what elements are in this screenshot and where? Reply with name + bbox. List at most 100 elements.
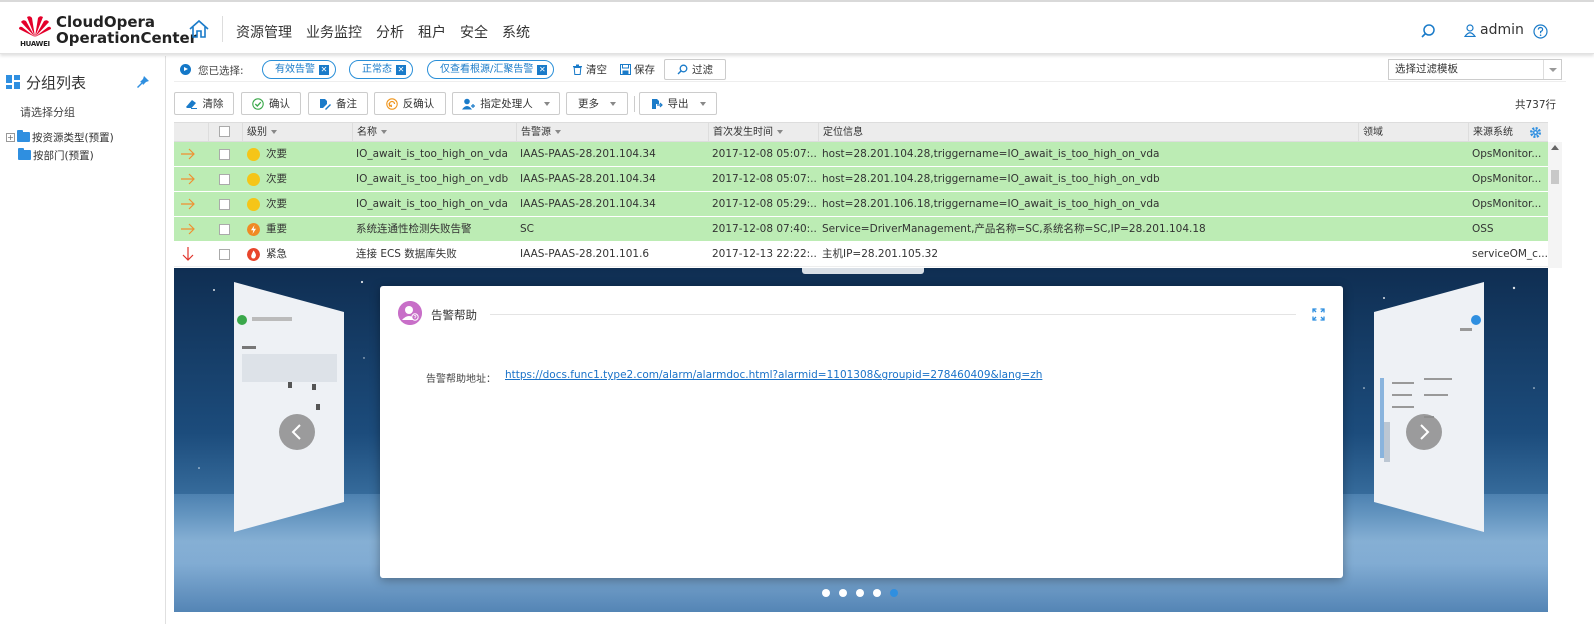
save-filter-button[interactable]: 保存 (620, 62, 655, 77)
row-checkbox[interactable] (219, 149, 230, 160)
chip-normal-state[interactable]: 正常态 ✕ (349, 60, 413, 79)
chip-label: 正常态 (362, 64, 392, 75)
close-icon[interactable]: ✕ (537, 64, 548, 75)
left-preview-card[interactable] (234, 282, 344, 532)
header-location[interactable]: 定位信息 (818, 123, 1358, 142)
sort-icon[interactable] (555, 130, 561, 134)
header-level[interactable]: 级别 (242, 123, 352, 142)
product-name-line1: CloudOpera (56, 13, 156, 31)
chip-label: 仅查看根源/汇聚告警 (440, 64, 534, 75)
username: admin (1480, 22, 1524, 38)
slide-dot[interactable] (839, 589, 847, 597)
prev-slide-button[interactable] (279, 414, 315, 450)
table-row[interactable]: 重要 系统连通性检测失败告警 SC 2017-12-08 07:40:... S… (174, 217, 1548, 242)
row-level: 次要 (266, 148, 287, 160)
sort-icon[interactable] (381, 130, 387, 134)
header-domain[interactable]: 领域 (1358, 123, 1468, 142)
header-name[interactable]: 名称 (352, 123, 516, 142)
filter-button-label: 过滤 (692, 64, 713, 76)
row-source-system: OSS (1472, 223, 1494, 235)
expand-icon[interactable] (1312, 308, 1325, 321)
next-slide-button[interactable] (1406, 414, 1442, 450)
filter-button[interactable]: 过滤 (664, 59, 726, 80)
row-checkbox[interactable] (219, 174, 230, 185)
header-select-all[interactable] (208, 123, 244, 142)
slide-dot[interactable] (856, 589, 864, 597)
group-select-hint: 请选择分组 (20, 106, 75, 119)
header-name-label: 名称 (357, 127, 377, 138)
total-rows: 共737行 (1514, 99, 1556, 111)
pin-icon[interactable] (136, 75, 150, 89)
assign-handler-button[interactable]: 指定处理人 (452, 92, 560, 115)
user-menu[interactable]: admin (1464, 22, 1524, 38)
note-button[interactable]: 备注 (308, 92, 368, 115)
row-name: IO_await_is_too_high_on_vdb (356, 173, 509, 185)
home-icon[interactable] (188, 19, 210, 39)
panel-drag-handle[interactable] (802, 268, 924, 274)
row-first-time: 2017-12-08 07:40:... (712, 223, 816, 235)
slide-dot-active[interactable] (890, 589, 898, 597)
scroll-up-icon[interactable] (1551, 145, 1559, 150)
tree-item-resource-type[interactable]: + 按资源类型(预置) (6, 128, 114, 146)
minor-level-icon (247, 198, 260, 211)
clear-button[interactable]: 清除 (174, 92, 234, 115)
chip-root-alarm-only[interactable]: 仅查看根源/汇聚告警 ✕ (427, 60, 555, 79)
folder-icon (18, 148, 31, 160)
sort-icon[interactable] (777, 130, 783, 134)
export-icon (651, 98, 663, 109)
alarm-table: 级别 名称 告警源 首次发生时间 定位信息 领域 来源系统 次要 IO_awai… (174, 122, 1548, 267)
assign-handler-label: 指定处理人 (480, 98, 533, 110)
close-icon[interactable]: ✕ (396, 64, 406, 75)
table-row[interactable]: 次要 IO_await_is_too_high_on_vda IAAS-PAAS… (174, 192, 1548, 217)
nav-item-resource[interactable]: 资源管理 (236, 22, 292, 42)
export-button[interactable]: 导出 (639, 92, 717, 115)
clear-filter-label: 清空 (586, 64, 607, 76)
confirm-button[interactable]: 确认 (241, 92, 301, 115)
trash-icon (573, 64, 582, 75)
clear-filter-button[interactable]: 清空 (572, 62, 607, 77)
user-assign-icon (462, 98, 476, 109)
huawei-logo[interactable]: HUAWEI CloudOpera OperationCenter (16, 12, 197, 50)
help-address-link[interactable]: https://docs.func1.type2.com/alarm/alarm… (505, 369, 1042, 381)
select-all-checkbox[interactable] (219, 126, 230, 137)
expand-icon[interactable]: + (6, 132, 15, 142)
save-filter-label: 保存 (634, 64, 655, 76)
nav-item-tenant[interactable]: 租户 (418, 22, 446, 42)
help-title: 告警帮助 (431, 308, 477, 322)
alarm-help-card: 告警帮助 告警帮助地址： https://docs.func1.type2.co… (380, 286, 1343, 578)
table-row[interactable]: 紧急 连接 ECS 数据库失败 IAAS-PAAS-28.201.101.6 2… (174, 242, 1548, 267)
table-row[interactable]: 次要 IO_await_is_too_high_on_vdb IAAS-PAAS… (174, 167, 1548, 192)
sort-icon[interactable] (271, 130, 277, 134)
nav-item-analysis[interactable]: 分析 (376, 22, 404, 42)
row-checkbox[interactable] (219, 249, 230, 260)
more-button[interactable]: 更多 (566, 92, 628, 115)
chip-valid-alarm[interactable]: 有效告警 ✕ (262, 60, 336, 79)
gear-icon[interactable] (1529, 126, 1542, 139)
table-scrollbar[interactable] (1548, 142, 1562, 268)
search-icon[interactable] (1420, 23, 1436, 39)
unconfirm-button[interactable]: 反确认 (374, 92, 446, 115)
nav-item-system[interactable]: 系统 (502, 22, 530, 42)
filter-template-select[interactable]: 选择过滤模板 (1388, 59, 1562, 80)
slide-dot[interactable] (873, 589, 881, 597)
scroll-thumb[interactable] (1551, 170, 1559, 184)
confirm-button-label: 确认 (269, 98, 290, 110)
table-row[interactable]: 次要 IO_await_is_too_high_on_vda IAAS-PAAS… (174, 142, 1548, 167)
close-icon[interactable]: ✕ (319, 64, 329, 75)
row-checkbox[interactable] (219, 224, 230, 235)
huawei-flower-icon (19, 16, 51, 37)
help-icon[interactable] (1533, 24, 1548, 39)
header-domain-label: 领域 (1363, 127, 1383, 138)
chevron-down-icon[interactable] (1543, 60, 1561, 79)
row-first-time: 2017-12-13 22:22:... (712, 248, 816, 260)
chevron-down-icon (543, 101, 550, 106)
row-checkbox[interactable] (219, 199, 230, 210)
nav-item-monitor[interactable]: 业务监控 (306, 22, 362, 42)
tree-item-department[interactable]: 按部门(预置) (6, 146, 114, 164)
nav-item-security[interactable]: 安全 (460, 22, 488, 42)
header-source[interactable]: 告警源 (516, 123, 708, 142)
row-source: IAAS-PAAS-28.201.101.6 (520, 248, 650, 260)
right-preview-card[interactable] (1374, 282, 1484, 532)
slide-dot[interactable] (822, 589, 830, 597)
header-first-time[interactable]: 首次发生时间 (708, 123, 818, 142)
